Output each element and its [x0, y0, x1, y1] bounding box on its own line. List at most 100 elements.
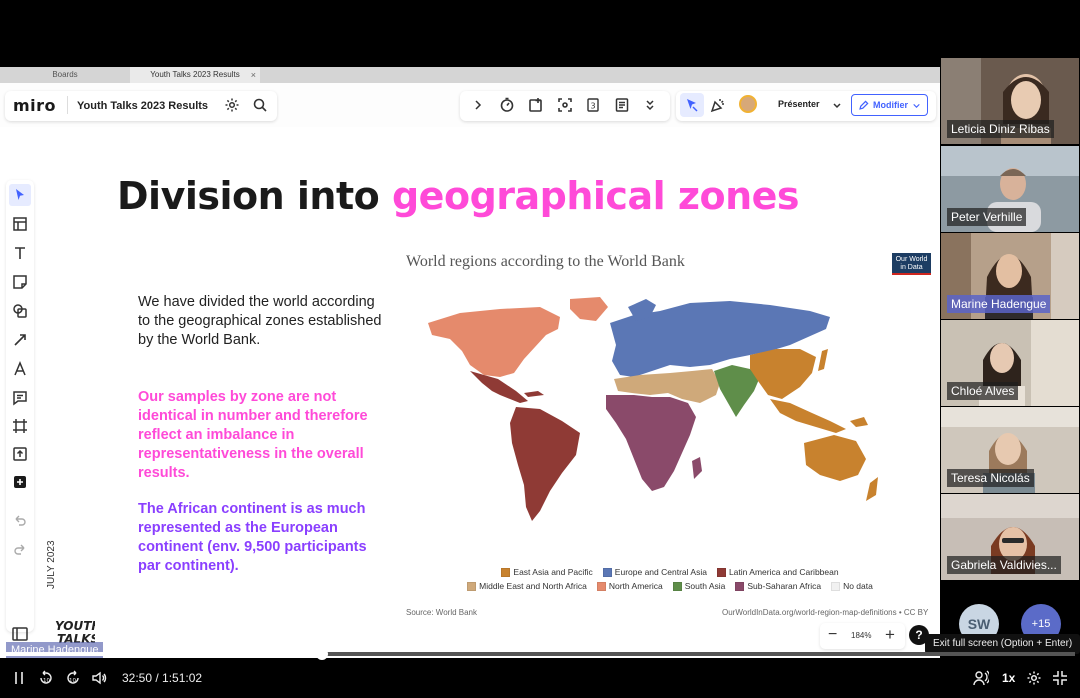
legend-item: Europe and Central Asia — [602, 567, 707, 577]
slide-paragraph-3: The African continent is as much represe… — [138, 501, 367, 574]
region-north-america — [428, 307, 560, 377]
progress-fill — [5, 652, 322, 656]
upload-icon[interactable] — [12, 446, 28, 462]
participant-tile[interactable]: Teresa Nicolás — [941, 407, 1079, 493]
exit-fullscreen-icon[interactable] — [1052, 670, 1068, 686]
playback-speed[interactable]: 1x — [1002, 671, 1015, 685]
zoom-out-button[interactable]: − — [828, 626, 837, 644]
browser-tab-boards[interactable]: Boards — [0, 67, 130, 83]
svg-text:10: 10 — [43, 678, 50, 684]
legend-swatch — [716, 567, 726, 577]
progress-handle[interactable] — [315, 648, 328, 660]
title-plain: Division into — [117, 174, 392, 218]
chevron-down-icon[interactable] — [829, 97, 845, 113]
svg-text:YOUTH: YOUTH — [55, 619, 95, 633]
map-source: Source: World Bank — [406, 608, 477, 617]
legend-swatch — [467, 581, 477, 591]
legend-item: Middle East and North Africa — [467, 581, 587, 591]
present-button[interactable]: Présenter — [778, 99, 820, 109]
board-title[interactable]: Youth Talks 2023 Results — [77, 100, 208, 112]
participant-tile[interactable]: Chloé Alves — [941, 320, 1079, 406]
connector-arrow-icon[interactable] — [12, 332, 28, 348]
legend-label: Sub-Saharan Africa — [747, 581, 822, 591]
slide-title: Division into geographical zones — [117, 174, 800, 218]
participant-tile[interactable]: Peter Verhille — [941, 146, 1079, 232]
region-south-america — [510, 407, 580, 521]
rewind-10-icon[interactable]: 10 — [38, 670, 54, 686]
region-japan — [818, 349, 828, 371]
close-icon[interactable]: × — [251, 67, 256, 83]
settings-gear-icon[interactable] — [1026, 670, 1042, 686]
divider — [67, 96, 68, 114]
participant-tile[interactable]: Gabriela Valdivies... — [941, 494, 1079, 580]
comment-icon[interactable] — [12, 390, 28, 406]
region-southeast-asia — [770, 399, 846, 433]
undo-icon[interactable] — [12, 512, 28, 528]
legend-item: Sub-Saharan Africa — [735, 581, 821, 591]
timer-icon[interactable] — [499, 97, 515, 113]
chevron-down-icon — [913, 103, 920, 108]
legend-label: South Asia — [684, 581, 726, 591]
notes-icon[interactable] — [614, 97, 630, 113]
exit-fullscreen-tooltip: Exit full screen (Option + Enter) — [925, 634, 1080, 654]
legend-swatch — [831, 581, 841, 591]
participant-name: Gabriela Valdivies... — [947, 556, 1061, 574]
legend-item: Latin America and Caribbean — [716, 567, 839, 577]
progress-bar[interactable] — [5, 648, 1075, 660]
time-readout: 32:50 / 1:51:02 — [122, 671, 203, 685]
legend-swatch — [596, 581, 606, 591]
legend-swatch — [501, 567, 511, 577]
pause-icon[interactable] — [11, 670, 27, 686]
shapes-icon[interactable] — [12, 303, 28, 319]
text-tool-icon[interactable] — [12, 245, 28, 261]
select-cursor-icon[interactable] — [9, 184, 31, 206]
forward-10-icon[interactable]: 10 — [65, 670, 81, 686]
region-caribbean — [524, 391, 544, 397]
map-legend: East Asia and Pacific Europe and Central… — [440, 567, 900, 595]
sticky-note-icon[interactable] — [12, 274, 28, 290]
zoom-level[interactable]: 184% — [851, 631, 871, 640]
legend-item: North America — [596, 581, 663, 591]
legend-label: North America — [608, 581, 663, 591]
region-pacific-islands — [850, 417, 868, 427]
participant-tile-active-speaker[interactable]: Marine Hadengue — [941, 233, 1079, 319]
miro-toolbar: miro Youth Talks 2023 Results 3 Présente… — [0, 83, 940, 127]
map-link: OurWorldInData.org/world-region-map-defi… — [722, 608, 929, 617]
pen-icon[interactable] — [12, 361, 28, 377]
slide-date: JULY 2023 — [46, 540, 57, 589]
svg-text:3: 3 — [590, 102, 595, 111]
user-avatar[interactable] — [739, 95, 757, 113]
slide-paragraph-2: Our samples by zone are not identical in… — [138, 389, 368, 481]
legend-label: Latin America and Caribbean — [728, 567, 839, 577]
counter-icon[interactable]: 3 — [585, 97, 601, 113]
legend-item: East Asia and Pacific — [501, 567, 593, 577]
legend-row: East Asia and Pacific Europe and Central… — [440, 567, 900, 577]
modify-button[interactable]: Modifier — [851, 94, 928, 116]
svg-text:10: 10 — [69, 678, 76, 684]
legend-swatch — [672, 581, 682, 591]
search-icon[interactable] — [252, 97, 268, 113]
add-more-icon[interactable] — [12, 474, 28, 490]
settings-gear-icon[interactable] — [224, 97, 240, 113]
captions-participants-icon[interactable] — [973, 670, 989, 686]
focus-frame-icon[interactable] — [557, 97, 573, 113]
follow-cursor-icon[interactable] — [680, 93, 704, 117]
frame-icon[interactable] — [12, 418, 28, 434]
region-australia — [804, 435, 866, 481]
legend-item: No data — [831, 581, 873, 591]
our-world-in-data-logo: Our World in Data — [892, 253, 931, 275]
legend-item: South Asia — [672, 581, 726, 591]
redo-icon[interactable] — [12, 541, 28, 557]
participant-tile[interactable]: Leticia Diniz Ribas — [941, 58, 1079, 144]
volume-icon[interactable] — [91, 670, 107, 686]
browser-tab-youth-talks[interactable]: Youth Talks 2023 Results × — [130, 67, 260, 83]
miro-logo[interactable]: miro — [13, 96, 56, 115]
zoom-in-button[interactable]: + — [885, 625, 895, 645]
region-greenland — [570, 297, 608, 321]
sticky-add-icon[interactable] — [528, 97, 544, 113]
reactions-party-icon[interactable] — [710, 97, 726, 113]
double-chevron-down-icon[interactable] — [642, 97, 658, 113]
chevron-right-icon[interactable] — [470, 97, 486, 113]
left-toolbar — [6, 180, 34, 632]
templates-icon[interactable] — [12, 216, 28, 232]
